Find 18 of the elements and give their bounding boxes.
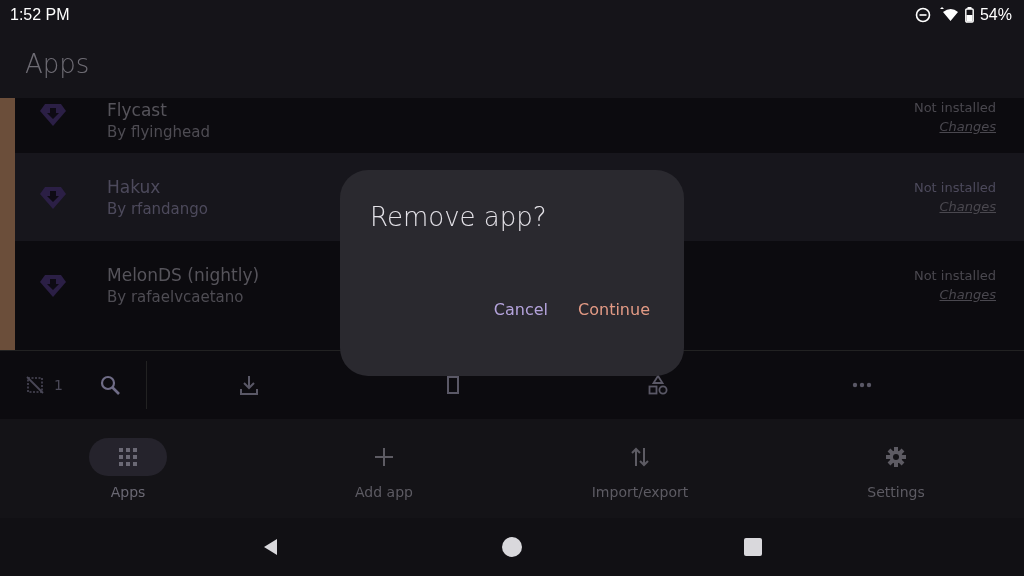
dialog-title: Remove app? bbox=[370, 202, 548, 232]
nav-label: Import/export bbox=[591, 483, 689, 500]
app-name: MelonDS (nightly) bbox=[107, 264, 260, 285]
app-author: By rfandango bbox=[107, 199, 208, 218]
nav-label: Settings bbox=[867, 483, 925, 500]
app-author: By rafaelvcaetano bbox=[107, 287, 244, 306]
selection-count: 1 bbox=[54, 377, 63, 393]
battery-percentage: 54% bbox=[979, 6, 1012, 24]
app-name: Hakux bbox=[107, 176, 161, 197]
app-name: Flycast bbox=[107, 100, 167, 120]
screen-title: Apps bbox=[25, 49, 90, 79]
install-status: Not installed bbox=[913, 180, 996, 195]
install-status: Not installed bbox=[913, 100, 996, 115]
nav-label: Apps bbox=[110, 483, 146, 500]
clock-time: 1:52 PM bbox=[10, 6, 70, 24]
install-status: Not installed bbox=[913, 268, 996, 283]
nav-label: Add app bbox=[355, 483, 413, 500]
app-author: By flyinghead bbox=[107, 123, 210, 141]
